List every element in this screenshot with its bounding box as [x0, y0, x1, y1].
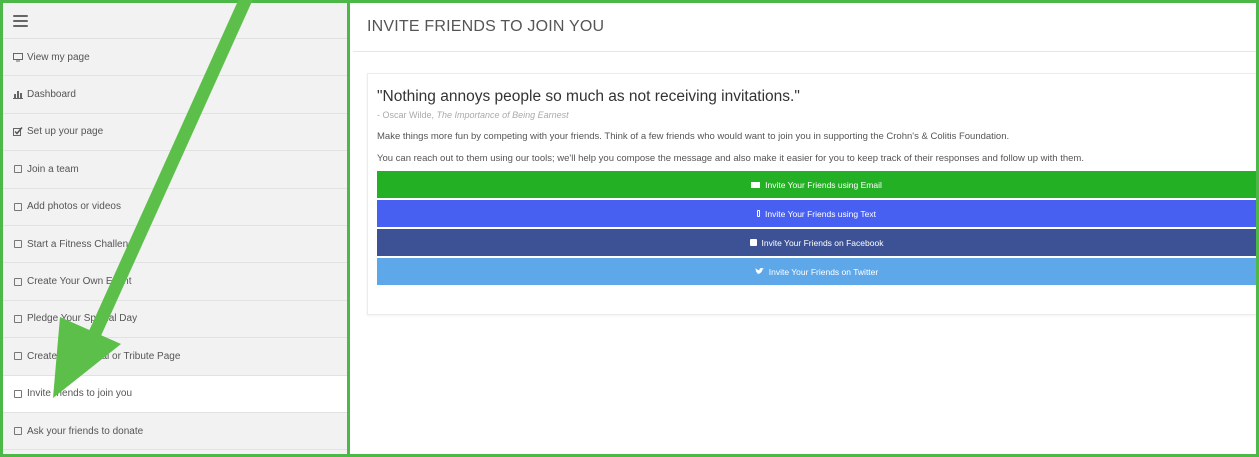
sidebar-item-label: Invite friends to join you [27, 388, 133, 400]
envelope-icon [751, 181, 761, 188]
app-frame: View my page Dashboard Set up your page … [0, 0, 1259, 457]
quote-source: The Importance of Being Earnest [436, 110, 569, 120]
sidebar-item-label: Start a Fitness Challenge [27, 238, 140, 250]
sidebar-item-view-my-page[interactable]: View my page [3, 39, 347, 77]
sidebar-item-label: Join a team [27, 163, 79, 175]
checkbox-icon [13, 165, 23, 174]
invite-text-label: Invite Your Friends using Text [765, 208, 876, 219]
sidebar-item-fitness-challenge[interactable]: Start a Fitness Challenge [3, 225, 347, 264]
sidebar-item-label: Create Your Own Event [27, 276, 132, 288]
quote-attribution: - Oscar Wilde, The Importance of Being E… [377, 110, 1256, 120]
sidebar-item-label: Set up your page [27, 126, 104, 138]
checkbox-icon [13, 389, 23, 398]
checkbox-icon [13, 277, 23, 286]
checkbox-icon [13, 202, 23, 211]
invite-email-label: Invite Your Friends using Email [765, 179, 882, 190]
facebook-icon [749, 239, 757, 246]
invite-facebook-label: Invite Your Friends on Facebook [761, 237, 884, 248]
invite-panel: "Nothing annoys people so much as not re… [367, 73, 1256, 315]
sidebar-item-invite-friends[interactable]: Invite friends to join you [3, 375, 347, 413]
sidebar-item-dashboard[interactable]: Dashboard [3, 76, 347, 114]
invite-facebook-button[interactable]: Invite Your Friends on Facebook [377, 229, 1256, 256]
invite-twitter-label: Invite Your Friends on Twitter [768, 266, 879, 277]
checkbox-icon [13, 352, 23, 361]
sidebar-item-label: View my page [27, 51, 90, 63]
page-title: INVITE FRIENDS TO JOIN YOU [353, 3, 1256, 52]
quote-author: - Oscar Wilde, [377, 110, 435, 120]
description-paragraph: Make things more fun by competing with y… [377, 131, 1010, 142]
phone-icon [757, 210, 761, 217]
sidebar-item-label: Ask your friends to donate [27, 425, 144, 437]
hamburger-menu-icon[interactable] [13, 14, 28, 27]
sidebar-item-create-event[interactable]: Create Your Own Event [3, 263, 347, 301]
sidebar-item-pledge-day[interactable]: Pledge Your Special Day [3, 300, 347, 339]
checked-box-icon [13, 127, 23, 137]
invite-twitter-button[interactable]: Invite Your Friends on Twitter [377, 258, 1256, 285]
monitor-icon [13, 52, 23, 62]
checkbox-icon [13, 427, 23, 436]
sidebar-item-ask-donate[interactable]: Ask your friends to donate [3, 412, 347, 451]
checkbox-icon [13, 314, 23, 323]
invite-text-button[interactable]: Invite Your Friends using Text [377, 200, 1256, 227]
bar-chart-icon [13, 90, 23, 100]
sidebar-item-label: Create a Memorial or Tribute Page [27, 350, 181, 362]
sidebar-item-set-up-page[interactable]: Set up your page [3, 113, 347, 152]
sidebar-item-label: Pledge Your Special Day [27, 313, 138, 325]
invite-email-button[interactable]: Invite Your Friends using Email [377, 171, 1256, 198]
sidebar-item-memorial-page[interactable]: Create a Memorial or Tribute Page [3, 338, 347, 376]
sidebar-item-label: Dashboard [27, 89, 76, 101]
main-content: INVITE FRIENDS TO JOIN YOU "Nothing anno… [353, 3, 1256, 454]
checkbox-icon [13, 240, 23, 249]
sidebar-item-label: Add photos or videos [27, 201, 121, 213]
quote-text: "Nothing annoys people so much as not re… [377, 88, 800, 105]
description-paragraph: You can reach out to them using our tool… [377, 153, 1084, 164]
sidebar-item-join-team[interactable]: Join a team [3, 151, 347, 189]
sidebar-item-add-photos[interactable]: Add photos or videos [3, 188, 347, 226]
twitter-icon [754, 268, 764, 275]
sidebar: View my page Dashboard Set up your page … [3, 3, 350, 454]
sidebar-header [3, 3, 347, 39]
